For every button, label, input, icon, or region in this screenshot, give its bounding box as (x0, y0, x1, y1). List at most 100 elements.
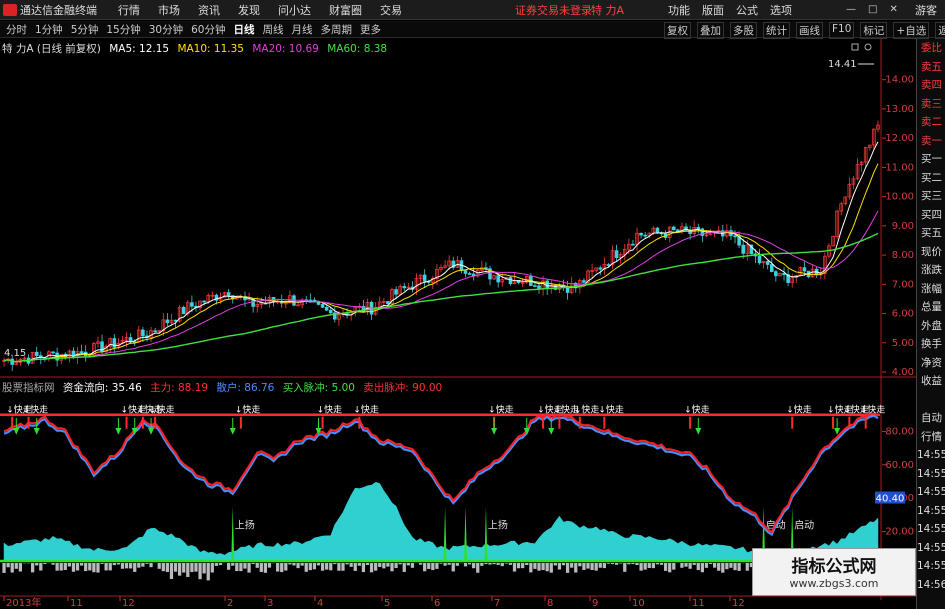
price-tick-label: 13.00 (885, 104, 914, 115)
candle-body (757, 255, 762, 264)
fund-flow-area (3, 481, 879, 562)
candle-body (324, 307, 329, 311)
side-panel-item[interactable]: 现价 (917, 243, 945, 262)
time-tick-label: 12 (732, 598, 745, 609)
candle-body (765, 261, 770, 265)
buy-pulse-spike (484, 506, 488, 561)
ma20-line (3, 210, 879, 363)
side-panel-item[interactable]: 14:55 (917, 539, 945, 558)
tool-button-8[interactable]: 返回 (935, 22, 945, 39)
candle-body (190, 302, 194, 307)
candle-body (606, 264, 611, 266)
time-tick-label: 11 (70, 598, 83, 609)
time-tick-label: 3 (267, 598, 273, 609)
candle-body (639, 232, 643, 236)
run-label: ↓快走 (353, 404, 379, 416)
side-panel-item[interactable]: 卖五 (917, 58, 945, 77)
buy-arrow-icon (548, 428, 555, 435)
candle-body (496, 275, 500, 283)
candle-body (112, 338, 117, 348)
price-tick-label: 12.00 (885, 133, 914, 144)
time-tick-label: 2013年 (6, 596, 41, 609)
side-panel-item[interactable]: 14:55 (917, 483, 945, 502)
side-panel-item[interactable]: 行情 (917, 428, 945, 447)
candle-body (79, 351, 84, 353)
time-tick-label: 11 (692, 598, 705, 609)
side-panel-item[interactable]: 收益 (917, 372, 945, 391)
watermark: 指标公式网 www.zbgs3.com (752, 548, 916, 596)
zoom-icon (864, 43, 872, 51)
candle-body (463, 270, 468, 274)
run-label: ↓快走 (23, 404, 49, 416)
price-tick-label: 4.00 (892, 367, 914, 378)
ma5-label: MA5: 12.15 (109, 43, 170, 55)
side-panel-item[interactable]: 卖一 (917, 132, 945, 151)
guest-label[interactable]: 游客 (915, 2, 937, 18)
indicator-tick-label: 80.00 (885, 426, 914, 437)
kline-chart[interactable]: 14.00 13.00 12.00 11.00 10.00 9.00 8.00 7.00 6.0… (0, 0, 916, 609)
quote-side-panel: 委比 卖五 卖四 卖三 卖二 卖一 买一 买二 买三 买四 买五 现价 涨跌 涨幅 总量 外盘 换手 净资 收益自动… (916, 39, 945, 609)
side-panel-item[interactable]: 涨幅 (917, 280, 945, 299)
candle-body (226, 292, 231, 296)
side-panel-item[interactable]: 14:55 (917, 557, 945, 576)
run-label: ↓快走 (317, 404, 343, 416)
side-panel-item[interactable]: 自动 (917, 409, 945, 428)
candle-body (508, 277, 513, 284)
rise-label: 上扬 (488, 518, 508, 531)
candle-body (614, 250, 619, 258)
side-panel-item[interactable]: 委比 (917, 39, 945, 58)
candle-body (128, 337, 133, 342)
side-panel-item[interactable]: 14:56 (917, 576, 945, 595)
candle-body (774, 271, 778, 277)
indicator-source: 股票指标网 (2, 382, 55, 394)
watermark-title: 指标公式网 (791, 557, 877, 577)
buy-pulse-label: 买入脉冲: 5.00 (282, 382, 355, 394)
side-panel-item[interactable]: 卖三 (917, 95, 945, 114)
candle-body (181, 306, 186, 315)
buy-arrow-icon (115, 428, 122, 435)
side-panel-item[interactable]: 14:55 (917, 520, 945, 539)
side-panel-item[interactable]: 买二 (917, 169, 945, 188)
main-force-label: 主力: 88.19 (150, 382, 209, 394)
ma-info-line: 特 力A (日线 前复权) MA5: 12.15 MA10: 11.35 MA2… (2, 41, 392, 56)
side-panel-item[interactable]: 14:55 (917, 465, 945, 484)
low-price-label: 4.15 (4, 348, 26, 359)
side-panel-item[interactable]: 买五 (917, 224, 945, 243)
side-panel-item[interactable]: 14:55 (917, 446, 945, 465)
buy-arrow-icon (229, 428, 236, 435)
ma10-line (3, 163, 879, 363)
side-panel-item[interactable]: 外盘 (917, 317, 945, 336)
time-tick-label: 2 (227, 598, 233, 609)
candle-body (422, 274, 427, 282)
side-panel-item[interactable]: 卖四 (917, 76, 945, 95)
side-panel-item[interactable]: 买三 (917, 187, 945, 206)
candle-body (741, 244, 745, 254)
ma10-label: MA10: 11.35 (177, 43, 244, 55)
candle-body (165, 319, 170, 324)
window-icon (851, 43, 859, 51)
side-panel-item[interactable]: 总量 (917, 298, 945, 317)
candle-body (467, 273, 472, 275)
time-tick-label: 7 (494, 598, 500, 609)
price-tick-label: 6.00 (892, 309, 914, 320)
candle-body (100, 341, 104, 353)
side-panel-item[interactable]: 卖二 (917, 113, 945, 132)
time-tick-label: 4 (317, 598, 323, 609)
side-panel-item[interactable] (917, 391, 945, 410)
side-panel-item[interactable]: 买四 (917, 206, 945, 225)
indicator-info-line: 股票指标网 资金流向: 35.46 主力: 88.19 散户: 86.76 买入… (2, 380, 447, 395)
buy-arrow-icon (33, 428, 40, 435)
side-panel-item[interactable]: 涨跌 (917, 261, 945, 280)
buy-arrow-icon (13, 428, 20, 435)
side-panel-item[interactable]: 净资 (917, 354, 945, 373)
side-panel-item[interactable]: 14:55 (917, 502, 945, 521)
side-panel-item[interactable]: 买一 (917, 150, 945, 169)
candle-body (643, 234, 647, 237)
time-tick-label: 9 (592, 598, 598, 609)
candle-body (320, 304, 325, 308)
price-tick-label: 7.00 (892, 279, 914, 290)
side-panel-item[interactable]: 换手 (917, 335, 945, 354)
buy-pulse-spike (231, 506, 235, 561)
price-tick-label: 14.00 (885, 75, 914, 86)
candle-body (802, 267, 807, 272)
